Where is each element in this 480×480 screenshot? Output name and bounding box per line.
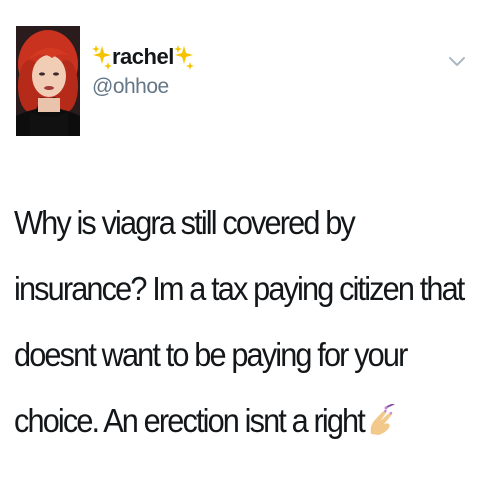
- tweet-text-line: choice. An erection isnt a right: [14, 402, 366, 439]
- tweet-text-line: doesnt want to be paying for your: [14, 336, 408, 373]
- display-name[interactable]: rachel: [92, 44, 194, 70]
- profile-photo: [16, 26, 80, 136]
- avatar[interactable]: [16, 26, 80, 136]
- tweet-card: rachel @ohhoe Why is viagra still covere…: [0, 0, 480, 480]
- tweet-text-line: Why is viagra still covered by: [14, 204, 356, 241]
- sparkles-icon: [173, 45, 194, 70]
- tweet-header: rachel @ohhoe: [92, 44, 194, 100]
- display-name-text: rachel: [112, 44, 174, 69]
- chevron-down-icon[interactable]: [446, 54, 468, 70]
- nail-polish-icon: [370, 404, 395, 435]
- tweet-text-line: insurance? Im a tax paying citizen that: [14, 270, 465, 307]
- user-handle[interactable]: @ohhoe: [92, 74, 194, 100]
- sparkles-icon: [92, 45, 112, 70]
- tweet-text: Why is viagra still covered by insurance…: [14, 190, 465, 454]
- tweet-text-line-last: choice. An erection isnt a right: [14, 388, 433, 454]
